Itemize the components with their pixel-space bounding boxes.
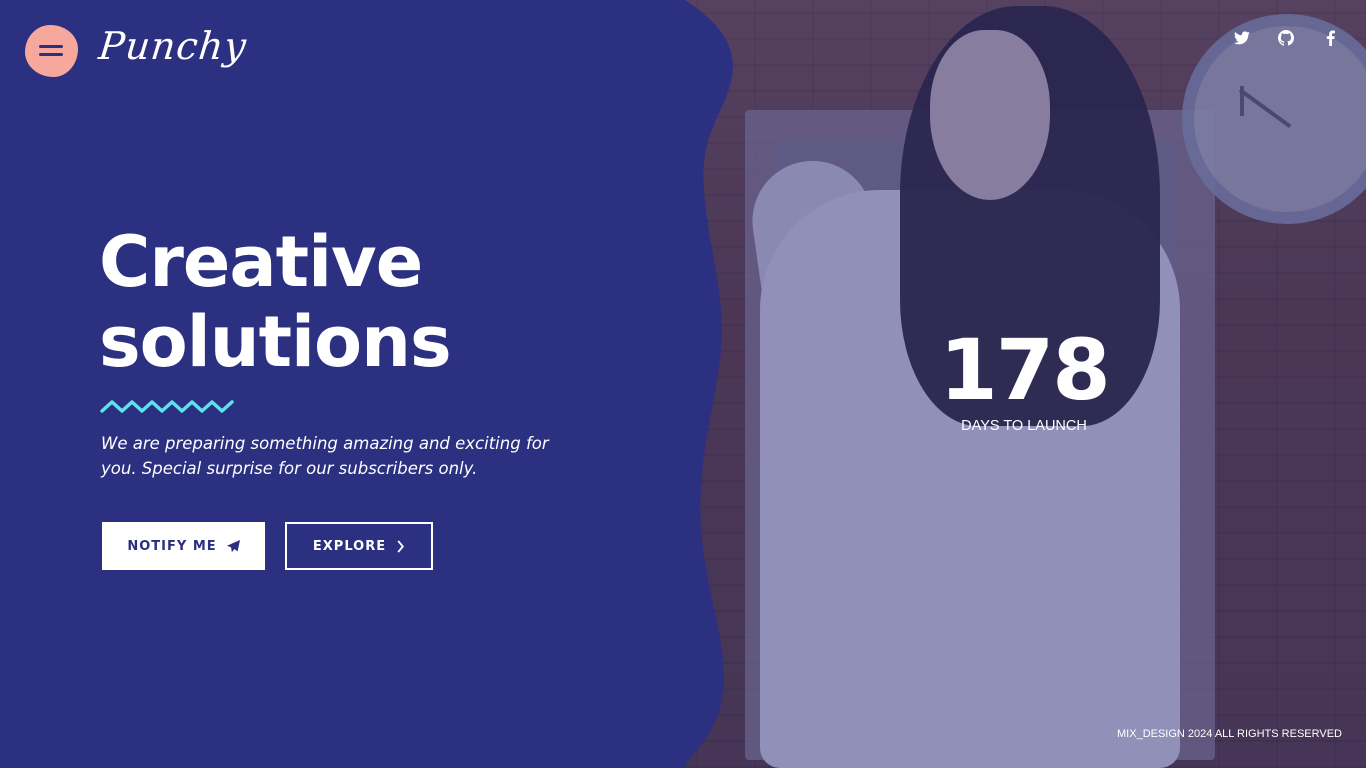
facebook-icon <box>1326 30 1335 46</box>
twitter-link[interactable] <box>1230 28 1254 48</box>
notify-me-button[interactable]: NOTIFY ME <box>102 522 265 570</box>
twitter-icon <box>1234 31 1250 45</box>
explore-button[interactable]: EXPLORE <box>285 522 433 570</box>
countdown-label: DAYS TO LAUNCH <box>961 418 1087 434</box>
footer-copyright: MIX_DESIGN 2024 ALL RIGHTS RESERVED <box>1117 728 1342 740</box>
hero-title: Creative solutions <box>99 221 452 383</box>
notify-me-label: NOTIFY ME <box>127 538 217 554</box>
zigzag-divider <box>100 400 234 413</box>
github-icon <box>1278 30 1294 46</box>
paper-plane-icon <box>226 539 240 552</box>
hero-title-line2: solutions <box>99 301 452 383</box>
menu-button[interactable] <box>25 25 78 77</box>
countdown-value: 178 <box>939 321 1110 419</box>
logo[interactable]: Punchy <box>97 24 249 68</box>
explore-label: EXPLORE <box>312 538 387 554</box>
github-link[interactable] <box>1274 28 1298 48</box>
chevron-right-icon <box>397 539 405 553</box>
hero-panel <box>0 0 733 768</box>
facebook-link[interactable] <box>1318 28 1342 48</box>
hero-subtitle: We are preparing something amazing and e… <box>101 434 549 478</box>
hero-title-line1: Creative <box>99 221 423 303</box>
